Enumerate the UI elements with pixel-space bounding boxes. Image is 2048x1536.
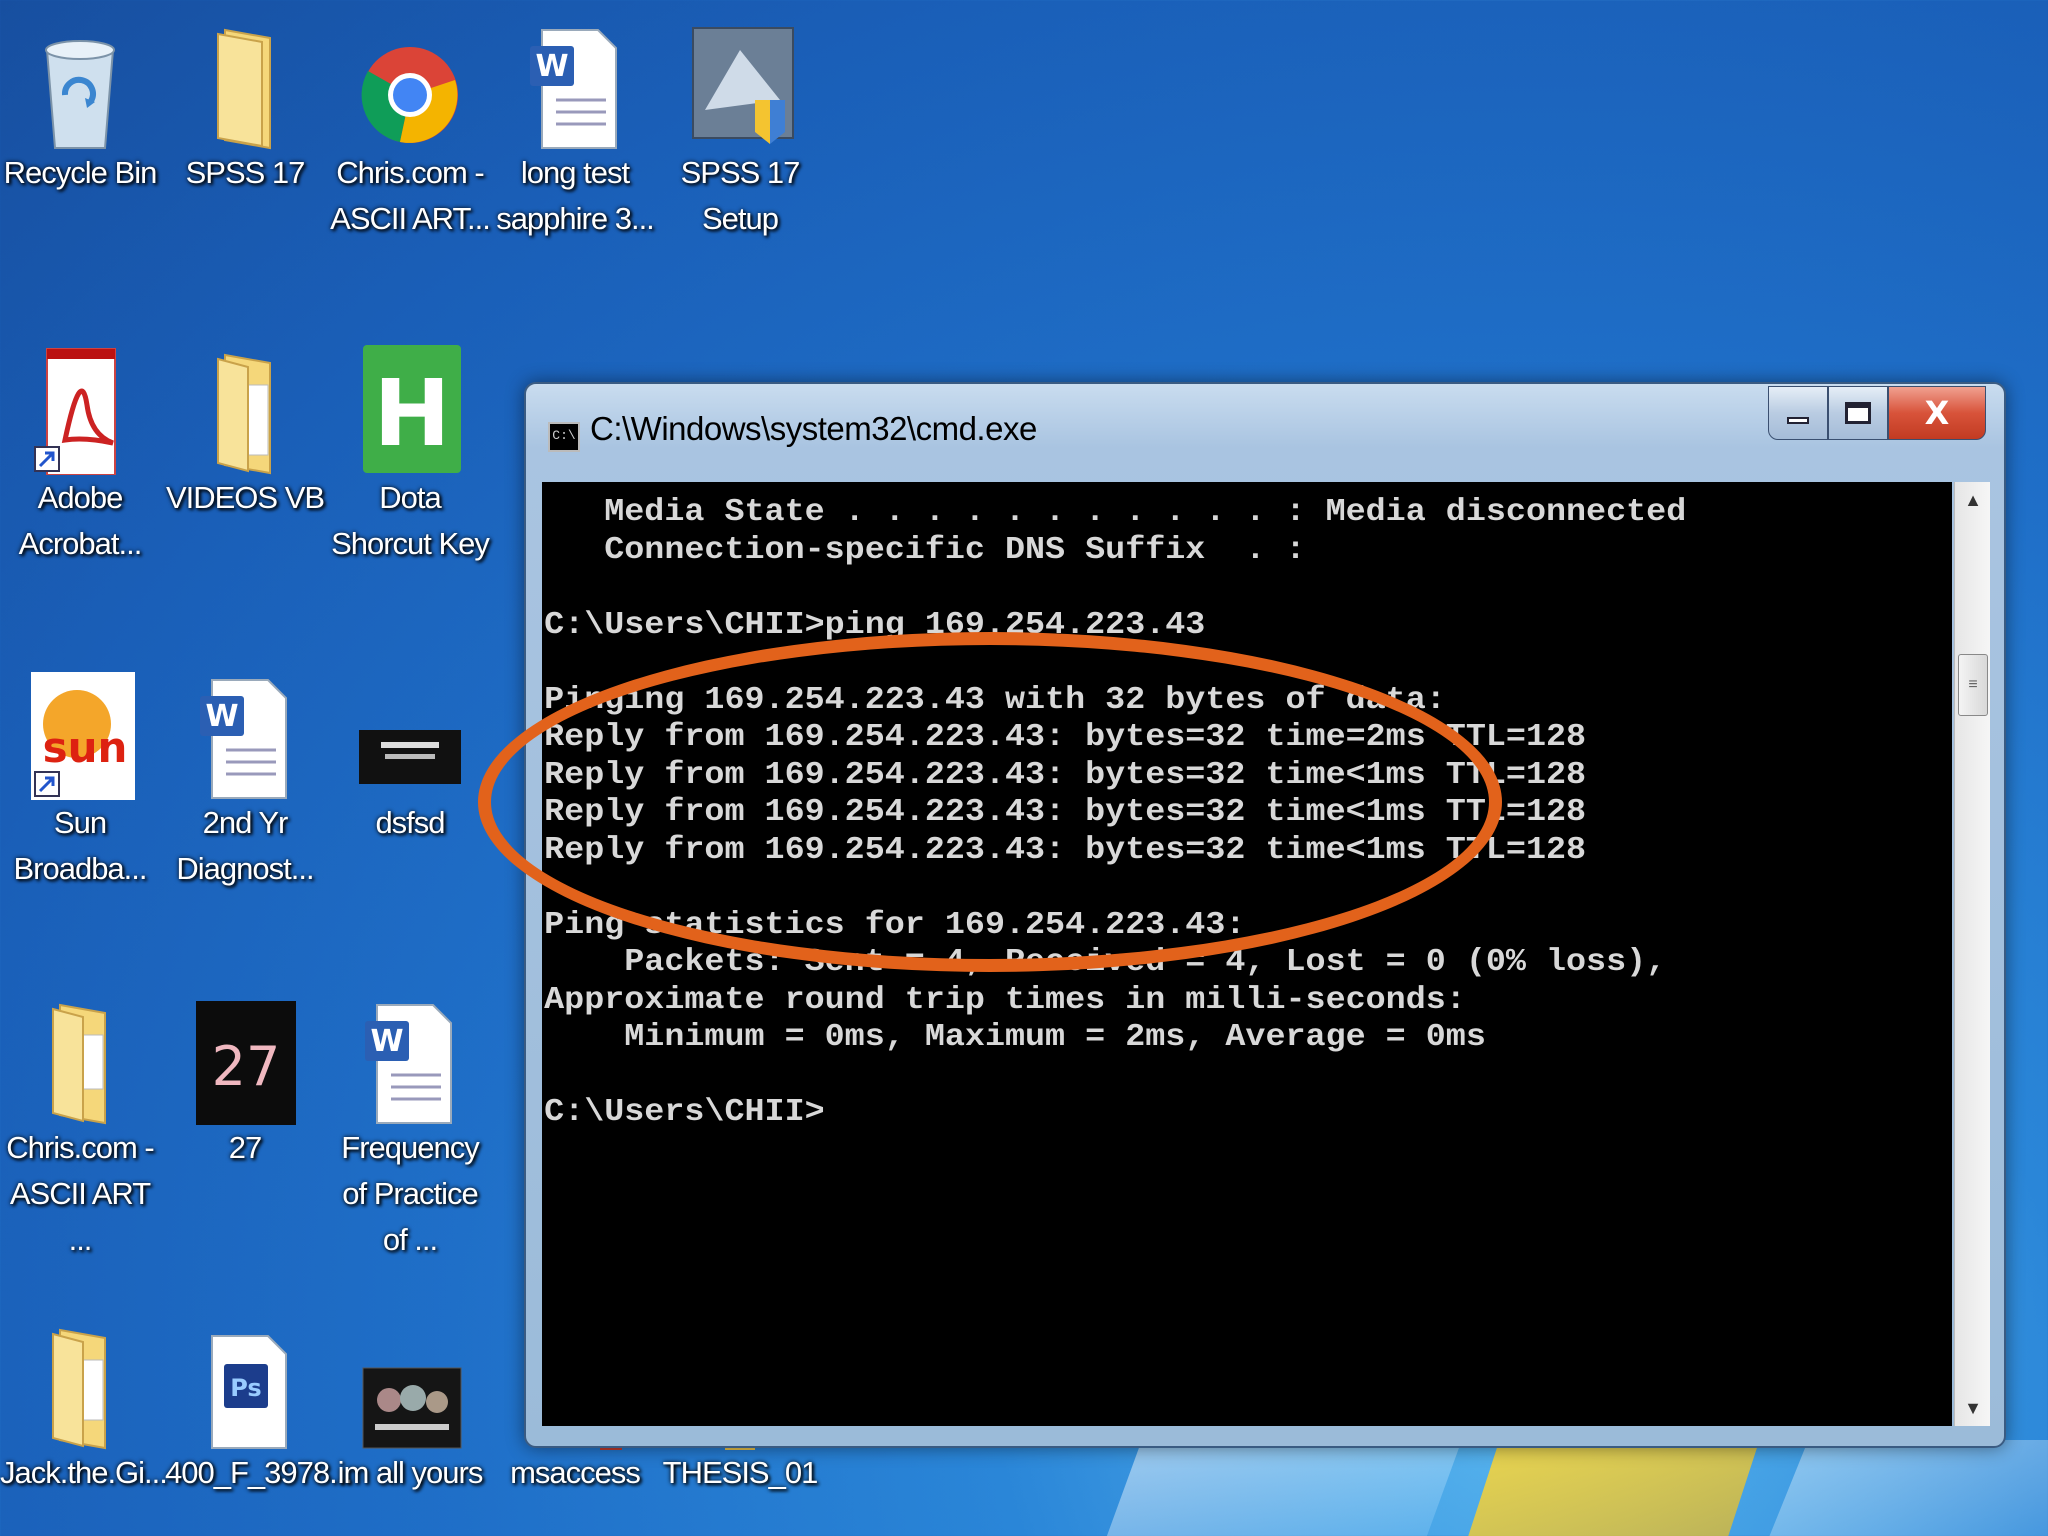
svg-text:27: 27 bbox=[212, 1035, 281, 1098]
wallpaper-light-streak bbox=[1751, 1440, 2048, 1536]
scroll-down-arrow-icon[interactable]: ▼ bbox=[1955, 1390, 1991, 1426]
console-line: Reply from 169.254.223.43: bytes=32 time… bbox=[544, 757, 1587, 793]
desktop-icon-sun-broadband[interactable]: sun Sun Broadba... bbox=[0, 670, 160, 892]
maximize-button[interactable] bbox=[1828, 386, 1888, 440]
console-line: C:\Users\CHII> bbox=[544, 1095, 825, 1130]
scroll-up-arrow-icon[interactable]: ▲ bbox=[1955, 482, 1991, 518]
image-thumbnail-icon bbox=[355, 670, 465, 800]
desktop-icon-videos-vb[interactable]: VIDEOS VB bbox=[165, 345, 325, 521]
desktop-icon-adobe-acrobat[interactable]: Adobe Acrobat... bbox=[0, 345, 160, 567]
chrome-icon bbox=[355, 20, 465, 150]
console-output[interactable]: Media State . . . . . . . . . . . : Medi… bbox=[542, 482, 1952, 1426]
desktop-icon-im-all-yours[interactable]: im all yours bbox=[330, 1320, 490, 1496]
console-line: Reply from 169.254.223.43: bytes=32 time… bbox=[544, 795, 1587, 830]
window-controls: X bbox=[1768, 386, 1986, 440]
console-line: Media State . . . . . . . . . . . : Medi… bbox=[544, 495, 1687, 530]
recycle-bin-icon bbox=[25, 20, 135, 150]
desktop-icon-spss-17[interactable]: SPSS 17 bbox=[165, 20, 325, 196]
window-title: C:\Windows\system32\cmd.exe bbox=[590, 410, 1037, 447]
svg-text:W: W bbox=[370, 1024, 403, 1059]
title-bar[interactable]: C:\ C:\Windows\system32\cmd.exe X bbox=[526, 384, 2004, 480]
folder-icon bbox=[25, 1320, 135, 1450]
console-line: Pinging 169.254.223.43 with 32 bytes of … bbox=[544, 682, 1446, 718]
word-document-icon: W bbox=[520, 20, 630, 150]
desktop-icon-jack-the-gi[interactable]: Jack.the.Gi... bbox=[0, 1320, 168, 1496]
image-thumbnail-icon bbox=[355, 1320, 465, 1450]
desktop-icon-dota-shortcut-key[interactable]: H Dota Shorcut Key bbox=[330, 345, 490, 567]
cmd-window[interactable]: C:\ C:\Windows\system32\cmd.exe X Media … bbox=[524, 382, 2006, 1448]
calendar-27-icon: 27 bbox=[190, 995, 300, 1129]
hotkey-icon: H bbox=[355, 345, 465, 475]
svg-text:sun: sun bbox=[43, 723, 128, 772]
minimize-button[interactable] bbox=[1768, 386, 1828, 440]
close-icon: X bbox=[1924, 394, 1950, 432]
desktop-icon-chris-ascii-art[interactable]: Chris.com - ASCII ART ... bbox=[0, 995, 160, 1263]
console-line: C:\Users\CHII>ping 169.254.223.43 bbox=[544, 607, 1206, 643]
folder-icon bbox=[25, 995, 135, 1125]
close-button[interactable]: X bbox=[1888, 386, 1986, 440]
console-line: Approximate round trip times in milli-se… bbox=[544, 982, 1466, 1018]
word-document-icon: W bbox=[355, 995, 465, 1125]
desktop-icon-dsfsd[interactable]: dsfsd bbox=[330, 670, 490, 846]
desktop-icon-2nd-yr-diagnostic[interactable]: W 2nd Yr Diagnost... bbox=[165, 670, 325, 892]
desktop-icon-27[interactable]: 27 27 bbox=[165, 995, 325, 1171]
photoshop-icon: Ps bbox=[190, 1320, 300, 1450]
console-line: Reply from 169.254.223.43: bytes=32 time… bbox=[544, 832, 1587, 868]
scroll-thumb[interactable]: ≡ bbox=[1958, 654, 1988, 716]
minimize-icon bbox=[1787, 416, 1809, 424]
console-text: Media State . . . . . . . . . . . : Medi… bbox=[542, 482, 1952, 1132]
console-line: Packets: Sent = 4, Received = 4, Lost = … bbox=[544, 945, 1667, 980]
desktop-icon-long-test[interactable]: W long test sapphire 3... bbox=[495, 20, 655, 242]
console-line: Ping statistics for 169.254.223.43: bbox=[544, 907, 1246, 943]
desktop-icon-spss-17-setup[interactable]: SPSS 17 Setup bbox=[660, 20, 820, 242]
svg-text:W: W bbox=[205, 699, 238, 734]
setup-icon bbox=[685, 20, 795, 150]
folder-icon bbox=[190, 20, 300, 150]
folder-icon bbox=[190, 345, 300, 475]
desktop-icon-400-f-3978[interactable]: Ps 400_F_3978... bbox=[165, 1320, 353, 1496]
sun-broadband-icon: sun bbox=[25, 670, 137, 800]
word-document-icon: W bbox=[190, 670, 300, 800]
console-line: Connection-specific DNS Suffix . : bbox=[544, 532, 1306, 568]
console-line: Reply from 169.254.223.43: bytes=32 time… bbox=[544, 720, 1587, 755]
svg-text:Ps: Ps bbox=[230, 1374, 261, 1402]
vertical-scrollbar[interactable]: ▲ ≡ ▼ bbox=[1954, 482, 1990, 1426]
cmd-icon[interactable]: C:\ bbox=[548, 422, 580, 452]
desktop-icon-chrome[interactable]: Chris.com - ASCII ART... bbox=[330, 20, 491, 242]
svg-text:H: H bbox=[374, 360, 451, 467]
maximize-icon bbox=[1845, 402, 1871, 424]
desktop-icon-recycle-bin[interactable]: Recycle Bin bbox=[0, 20, 160, 196]
console-line: Minimum = 0ms, Maximum = 2ms, Average = … bbox=[544, 1020, 1486, 1055]
adobe-acrobat-icon bbox=[25, 345, 135, 476]
svg-text:W: W bbox=[535, 49, 568, 84]
desktop-icon-frequency-of-practice[interactable]: W Frequency of Practice of ... bbox=[330, 995, 490, 1263]
